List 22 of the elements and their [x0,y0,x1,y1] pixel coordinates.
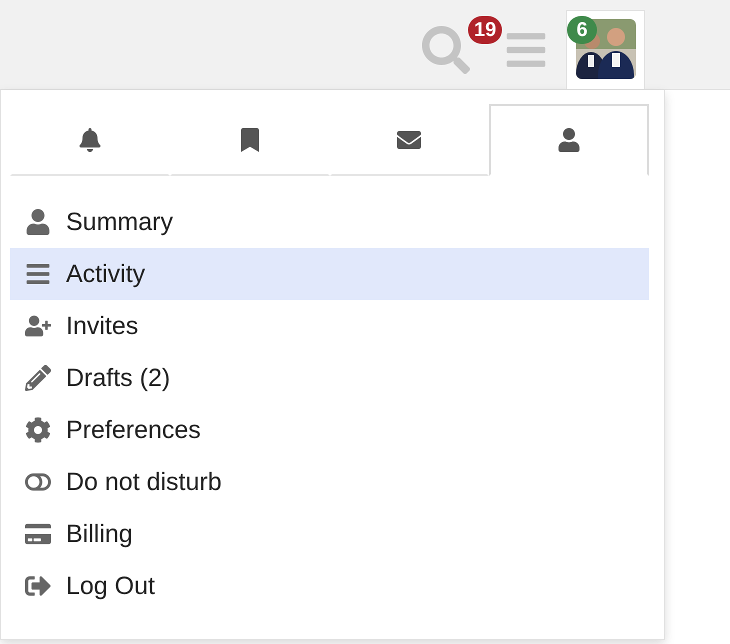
menu-item[interactable]: Summary [10,196,649,248]
menu-item[interactable]: Log Out [10,560,649,612]
menu-item[interactable]: Activity [10,248,649,300]
credit-card-icon [25,521,51,547]
menu-item[interactable]: Billing [10,508,649,560]
tab[interactable] [489,104,649,176]
bell-icon [78,128,102,152]
settings-icon [25,417,51,443]
message-count-badge: 6 [567,16,597,44]
user-icon [557,128,582,152]
search-icon [422,26,470,74]
menu-item[interactable]: Do not disturb [10,456,649,508]
envelope-icon [397,128,422,152]
notification-count-badge: 19 [468,16,502,44]
user-plus-icon [25,313,51,339]
menu-item[interactable]: Preferences [10,404,649,456]
avatar-tab[interactable]: 6 [566,10,645,89]
pencil-icon [25,365,51,391]
user-icon [25,209,51,235]
menu-item[interactable]: Invites [10,300,649,352]
list-icon [25,261,51,287]
menu-item[interactable]: Drafts (2) [10,352,649,404]
